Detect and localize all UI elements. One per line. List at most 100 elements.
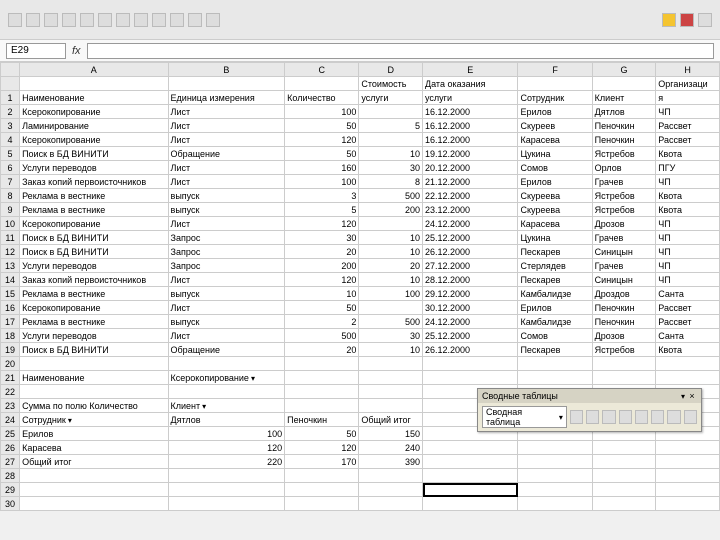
fx-icon[interactable]: fx bbox=[72, 45, 81, 57]
pivot-icon[interactable] bbox=[667, 410, 680, 424]
cell[interactable]: Запрос bbox=[168, 245, 285, 259]
cell[interactable] bbox=[656, 469, 720, 483]
cell[interactable]: 24.12.2000 bbox=[423, 315, 518, 329]
cell[interactable]: Квота bbox=[656, 147, 720, 161]
cell[interactable]: 3 bbox=[285, 189, 359, 203]
row-header[interactable]: 10 bbox=[1, 217, 20, 231]
cell[interactable]: 50 bbox=[285, 301, 359, 315]
cell[interactable]: Пеночкин bbox=[592, 133, 656, 147]
cell[interactable]: Квота bbox=[656, 343, 720, 357]
cell[interactable] bbox=[423, 469, 518, 483]
cell[interactable]: Цукина bbox=[518, 231, 592, 245]
cell[interactable] bbox=[285, 497, 359, 511]
toolbar-icon[interactable] bbox=[698, 13, 712, 27]
cell[interactable]: Дрозов bbox=[592, 329, 656, 343]
pivot-icon[interactable] bbox=[651, 410, 664, 424]
cell[interactable]: Пескарев bbox=[518, 343, 592, 357]
col-header[interactable]: B bbox=[168, 63, 285, 77]
cell[interactable]: 20.12.2000 bbox=[423, 161, 518, 175]
cell[interactable] bbox=[285, 483, 359, 497]
cell[interactable] bbox=[285, 385, 359, 399]
cell[interactable] bbox=[285, 77, 359, 91]
cell[interactable]: Клиент bbox=[168, 399, 285, 413]
cell[interactable]: 30.12.2000 bbox=[423, 301, 518, 315]
cell[interactable]: Ястребов bbox=[592, 203, 656, 217]
cell[interactable]: Скуреева bbox=[518, 189, 592, 203]
cell[interactable]: 170 bbox=[285, 455, 359, 469]
col-header[interactable]: H bbox=[656, 63, 720, 77]
cell[interactable]: Ерилов bbox=[518, 301, 592, 315]
cell[interactable]: Ксерокопирование bbox=[20, 301, 168, 315]
cell[interactable]: Наименование bbox=[20, 91, 168, 105]
cell[interactable]: 21.12.2000 bbox=[423, 175, 518, 189]
cell[interactable] bbox=[592, 77, 656, 91]
cell[interactable]: выпуск bbox=[168, 189, 285, 203]
cell[interactable]: Сотрудник bbox=[518, 91, 592, 105]
cell[interactable] bbox=[656, 371, 720, 385]
cell[interactable]: Грачев bbox=[592, 175, 656, 189]
toolbar-icon[interactable] bbox=[26, 13, 40, 27]
pivot-toolbar-menu-icon[interactable] bbox=[679, 391, 685, 401]
cell[interactable]: Общий итог bbox=[359, 413, 423, 427]
cell[interactable]: Ястребов bbox=[592, 147, 656, 161]
cell[interactable] bbox=[592, 371, 656, 385]
row-header[interactable]: 26 bbox=[1, 441, 20, 455]
row-header[interactable]: 17 bbox=[1, 315, 20, 329]
cell[interactable] bbox=[285, 399, 359, 413]
row-header[interactable]: 25 bbox=[1, 427, 20, 441]
cell[interactable]: Заказ копий первоисточников bbox=[20, 175, 168, 189]
cell[interactable]: Количество bbox=[285, 91, 359, 105]
cell[interactable] bbox=[656, 483, 720, 497]
cell[interactable] bbox=[518, 441, 592, 455]
cell[interactable]: ПГУ bbox=[656, 161, 720, 175]
cell[interactable]: Сотрудник bbox=[20, 413, 168, 427]
cell[interactable] bbox=[423, 357, 518, 371]
cell[interactable]: 50 bbox=[285, 119, 359, 133]
cell[interactable]: 100 bbox=[168, 427, 285, 441]
row-header[interactable]: 9 bbox=[1, 203, 20, 217]
row-header[interactable]: 1 bbox=[1, 91, 20, 105]
cell[interactable]: Ксерокопирование bbox=[20, 217, 168, 231]
pivot-icon[interactable] bbox=[684, 410, 697, 424]
cell[interactable]: Ястребов bbox=[592, 343, 656, 357]
cell[interactable] bbox=[20, 357, 168, 371]
cell[interactable]: ЧП bbox=[656, 245, 720, 259]
row-header[interactable]: 14 bbox=[1, 273, 20, 287]
cell[interactable]: Лист bbox=[168, 329, 285, 343]
row-header[interactable]: 28 bbox=[1, 469, 20, 483]
cell[interactable]: Наименование bbox=[20, 371, 168, 385]
cell[interactable]: 25.12.2000 bbox=[423, 329, 518, 343]
cell[interactable]: Поиск в БД ВИНИТИ bbox=[20, 245, 168, 259]
cell[interactable]: 30 bbox=[285, 231, 359, 245]
row-header[interactable]: 6 bbox=[1, 161, 20, 175]
cell[interactable]: 5 bbox=[359, 119, 423, 133]
cell[interactable]: 50 bbox=[285, 147, 359, 161]
cell[interactable]: 100 bbox=[359, 287, 423, 301]
cell[interactable]: 150 bbox=[359, 427, 423, 441]
cell[interactable]: Скуреев bbox=[518, 119, 592, 133]
row-header[interactable]: 7 bbox=[1, 175, 20, 189]
cell[interactable]: ЧП bbox=[656, 273, 720, 287]
cell[interactable]: Пескарев bbox=[518, 273, 592, 287]
cell[interactable]: 20 bbox=[285, 343, 359, 357]
cell[interactable]: Пеночкин bbox=[285, 413, 359, 427]
toolbar-icon[interactable] bbox=[8, 13, 22, 27]
cell[interactable]: 2 bbox=[285, 315, 359, 329]
cell[interactable]: 24.12.2000 bbox=[423, 217, 518, 231]
cell[interactable] bbox=[20, 483, 168, 497]
cell[interactable] bbox=[592, 357, 656, 371]
col-header[interactable]: D bbox=[359, 63, 423, 77]
cell[interactable]: 16.12.2000 bbox=[423, 105, 518, 119]
cell[interactable]: Квота bbox=[656, 189, 720, 203]
cell[interactable]: услуги bbox=[423, 91, 518, 105]
cell[interactable]: Дятлов bbox=[592, 105, 656, 119]
row-header[interactable]: 12 bbox=[1, 245, 20, 259]
cell[interactable]: Поиск в БД ВИНИТИ bbox=[20, 231, 168, 245]
cell[interactable]: Реклама в вестнике bbox=[20, 203, 168, 217]
toolbar-icon[interactable] bbox=[152, 13, 166, 27]
cell[interactable]: 10 bbox=[359, 147, 423, 161]
col-header[interactable]: E bbox=[423, 63, 518, 77]
cell[interactable]: Услуги переводов bbox=[20, 161, 168, 175]
cell[interactable]: Рассвет bbox=[656, 301, 720, 315]
cell[interactable]: 500 bbox=[359, 189, 423, 203]
